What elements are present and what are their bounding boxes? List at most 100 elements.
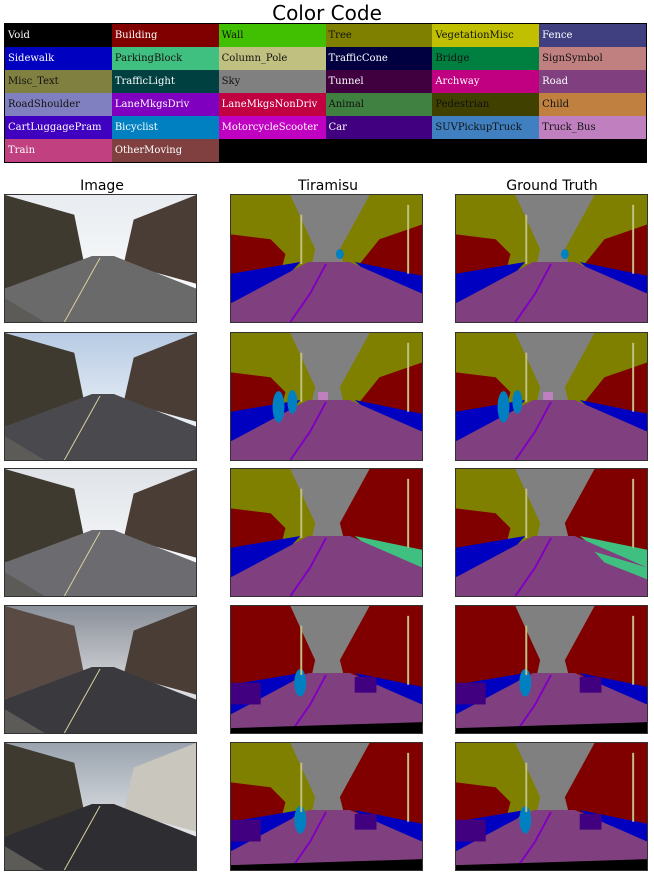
seg-car-left — [231, 819, 261, 842]
seg-car-right — [579, 676, 602, 693]
panel-tiramisu-row-3 — [230, 468, 423, 597]
panel-tiramisu-row-2 — [230, 332, 423, 461]
legend-swatch-sidewalk: Sidewalk — [5, 47, 112, 70]
seg-pole-2 — [632, 752, 635, 822]
street-photo — [5, 469, 196, 596]
legend-swatch-tunnel: Tunnel — [325, 70, 433, 93]
segmentation-map — [456, 333, 647, 460]
seg-car-left — [456, 682, 486, 705]
legend-swatch-animal: Animal — [325, 93, 433, 116]
seg-pole-2 — [407, 342, 410, 412]
panel-image-row-4 — [4, 605, 197, 734]
seg-bicyclist-2 — [512, 390, 523, 414]
legend-swatch-parkingblock: ParkingBlock — [111, 47, 219, 70]
legend-swatch-road: Road — [539, 70, 646, 93]
panel-ground-truth-row-4 — [455, 605, 648, 734]
legend-swatch-archway: Archway — [432, 70, 540, 93]
color-code-legend: Void Building Wall Tree VegetationMisc Fence S… — [4, 23, 647, 163]
panel-image-row-2 — [4, 332, 197, 461]
seg-bicyclist — [519, 806, 532, 834]
panel-ground-truth-row-2 — [455, 332, 648, 461]
legend-swatch-pedestrian: Pedestrian — [432, 93, 540, 116]
seg-pole-2 — [407, 615, 410, 685]
panel-ground-truth-row-5 — [455, 742, 648, 871]
panel-tiramisu-row-1 — [230, 194, 423, 323]
legend-swatch-lanemkgsnondriv: LaneMkgsNonDriv — [218, 93, 326, 116]
legend-swatch-empty — [432, 139, 540, 162]
seg-pole — [300, 352, 303, 402]
seg-pole — [525, 762, 528, 812]
segmentation-map — [231, 333, 422, 460]
segmentation-map — [456, 743, 647, 870]
legend-swatch-empty — [218, 139, 326, 162]
column-header-ground-truth: Ground Truth — [506, 178, 598, 194]
seg-pole — [300, 625, 303, 675]
seg-bicyclist — [497, 391, 510, 423]
seg-pole — [300, 488, 303, 538]
seg-pole — [525, 214, 528, 264]
seg-pole-2 — [407, 752, 410, 822]
segmentation-map — [231, 469, 422, 596]
panel-image-row-5 — [4, 742, 197, 871]
seg-pole-2 — [407, 204, 410, 274]
street-photo — [5, 743, 196, 870]
seg-bicyclist — [294, 806, 307, 834]
seg-bicyclist-2 — [287, 390, 298, 414]
legend-swatch-cartluggagepram: CartLuggagePram — [5, 116, 112, 139]
legend-swatch-fence: Fence — [539, 24, 646, 47]
panel-tiramisu-row-5 — [230, 742, 423, 871]
legend-swatch-sky: Sky — [218, 70, 326, 93]
legend-swatch-bridge: Bridge — [432, 47, 540, 70]
segmentation-map — [231, 606, 422, 733]
street-photo — [5, 333, 196, 460]
panel-image-row-3 — [4, 468, 197, 597]
column-header-image: Image — [80, 178, 124, 194]
segmentation-map — [231, 743, 422, 870]
legend-swatch-suvpickuptruck: SUVPickupTruck — [432, 116, 540, 139]
seg-car-left — [456, 819, 486, 842]
seg-pole — [525, 625, 528, 675]
seg-car-left — [231, 682, 261, 705]
legend-swatch-building: Building — [111, 24, 219, 47]
seg-bicyclist — [335, 249, 344, 259]
seg-bicyclist — [519, 669, 532, 697]
seg-car-right — [354, 676, 377, 693]
legend-swatch-lanemkgsdriv: LaneMkgsDriv — [111, 93, 219, 116]
legend-swatch-othermoving: OtherMoving — [111, 139, 219, 162]
legend-swatch-tree: Tree — [325, 24, 433, 47]
column-header-tiramisu: Tiramisu — [297, 178, 359, 194]
figure-title: Color Code — [272, 1, 382, 25]
panel-ground-truth-row-1 — [455, 194, 648, 323]
seg-pole — [300, 762, 303, 812]
legend-swatch-wall: Wall — [218, 24, 326, 47]
segmentation-map — [456, 195, 647, 322]
legend-swatch-empty — [325, 139, 433, 162]
seg-bicyclist — [294, 669, 307, 697]
panel-image-row-1 — [4, 194, 197, 323]
legend-swatch-trafficcone: TrafficCone — [325, 47, 433, 70]
legend-swatch-void: Void — [5, 24, 112, 47]
segmentation-map — [456, 469, 647, 596]
seg-pole — [525, 352, 528, 402]
legend-swatch-truck-bus: Truck_Bus — [539, 116, 646, 139]
seg-pole-2 — [632, 478, 635, 548]
legend-swatch-motorcyclescooter: MotorcycleScooter — [218, 116, 326, 139]
seg-car-far — [318, 392, 328, 400]
panel-ground-truth-row-3 — [455, 468, 648, 597]
seg-pole-2 — [632, 204, 635, 274]
street-photo — [5, 195, 196, 322]
segmentation-map — [231, 195, 422, 322]
legend-swatch-trafficlight: TrafficLight — [111, 70, 219, 93]
street-photo — [5, 606, 196, 733]
legend-swatch-car: Car — [325, 116, 433, 139]
seg-bicyclist — [272, 391, 285, 423]
segmentation-map — [456, 606, 647, 733]
seg-pole-2 — [632, 342, 635, 412]
legend-swatch-signsymbol: SignSymbol — [539, 47, 646, 70]
seg-pole — [525, 488, 528, 538]
seg-pole-2 — [407, 478, 410, 548]
legend-swatch-roadshoulder: RoadShoulder — [5, 93, 112, 116]
legend-swatch-child: Child — [539, 93, 646, 116]
legend-swatch-column-pole: Column_Pole — [218, 47, 326, 70]
legend-swatch-train: Train — [5, 139, 112, 162]
